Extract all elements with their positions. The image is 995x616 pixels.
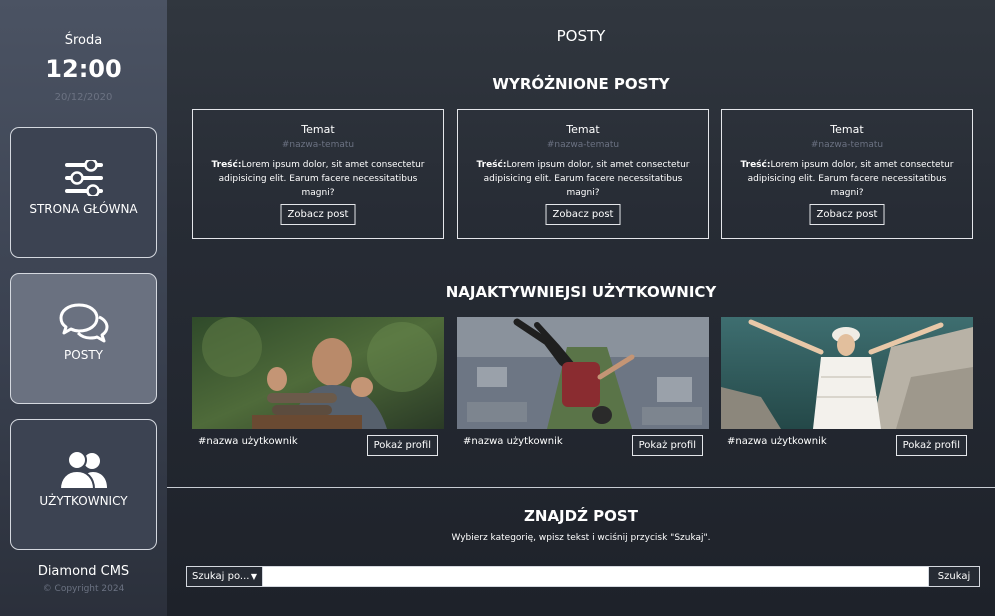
show-profile-button[interactable]: Pokaż profil [366, 435, 438, 456]
user-photo [192, 317, 444, 429]
search-category-select[interactable]: Szukaj po... ▼ [187, 567, 263, 586]
search-input[interactable] [264, 567, 928, 586]
post-card: Temat #nazwa-tematu Treść:Lorem ipsum do… [192, 109, 444, 239]
search-button[interactable]: Szukaj [928, 567, 979, 586]
post-topic: Temat [301, 123, 335, 136]
view-post-button[interactable]: Zobacz post [809, 204, 885, 225]
current-time: 12:00 [45, 55, 122, 83]
brand-name: Diamond CMS [37, 564, 130, 579]
post-content-label: Treść: [476, 160, 507, 170]
nav-home[interactable]: STRONA GŁÓWNA [10, 127, 157, 258]
find-post-title: ZNAJDŹ POST [524, 507, 638, 525]
post-content-text: Lorem ipsum dolor, sit amet consectetur … [483, 160, 690, 198]
post-content: Treść:Lorem ipsum dolor, sit amet consec… [736, 158, 958, 200]
chat-bubbles-icon [11, 302, 156, 344]
search-hint: Wybierz kategorię, wpisz tekst i wciśnij… [451, 533, 711, 543]
post-content-label: Treść: [211, 160, 242, 170]
post-content-text: Lorem ipsum dolor, sit amet consectetur … [218, 160, 425, 198]
active-users-title: NAJAKTYWNIEJSI UŻYTKOWNICY [445, 283, 717, 301]
users-icon [11, 450, 156, 490]
nav-posts-label: POSTY [64, 348, 103, 362]
current-date: 20/12/2020 [54, 92, 113, 103]
post-content-text: Lorem ipsum dolor, sit amet consectetur … [747, 160, 954, 198]
nav-home-label: STRONA GŁÓWNA [29, 202, 138, 216]
nav-users[interactable]: UŻYTKOWNICY [10, 419, 157, 550]
copyright: © Copyright 2024 [42, 584, 125, 594]
user-name: #nazwa użytkownik [198, 436, 298, 447]
show-profile-button[interactable]: Pokaż profil [631, 435, 703, 456]
post-content: Treść:Lorem ipsum dolor, sit amet consec… [472, 158, 694, 200]
current-day: Środa [64, 33, 103, 48]
sliders-icon [11, 160, 156, 196]
view-post-button[interactable]: Zobacz post [280, 204, 356, 225]
post-topic: Temat [830, 123, 864, 136]
post-content-label: Treść: [740, 160, 771, 170]
section-divider [167, 487, 995, 488]
post-content: Treść:Lorem ipsum dolor, sit amet consec… [207, 158, 429, 200]
post-tag: #nazwa-tematu [281, 140, 355, 150]
caret-down-icon: ▼ [250, 572, 257, 581]
post-card: Temat #nazwa-tematu Treść:Lorem ipsum do… [457, 109, 709, 239]
post-topic: Temat [566, 123, 600, 136]
user-card: #nazwa użytkownik Pokaż profil [457, 317, 709, 457]
nav-users-label: UŻYTKOWNICY [39, 494, 128, 508]
featured-posts-title: WYRÓŻNIONE POSTY [492, 75, 670, 93]
user-photo [457, 317, 709, 429]
user-name: #nazwa użytkownik [727, 436, 827, 447]
main-content: POSTY WYRÓŻNIONE POSTY Temat #nazwa-tema… [167, 0, 995, 616]
user-card: #nazwa użytkownik Pokaż profil [192, 317, 444, 457]
page-title: POSTY [556, 27, 606, 45]
show-profile-button[interactable]: Pokaż profil [895, 435, 967, 456]
user-photo [721, 317, 973, 429]
sidebar: Środa 12:00 20/12/2020 STRONA GŁÓWNA POS… [0, 0, 167, 616]
post-tag: #nazwa-tematu [546, 140, 620, 150]
post-tag: #nazwa-tematu [810, 140, 884, 150]
view-post-button[interactable]: Zobacz post [545, 204, 621, 225]
nav-posts[interactable]: POSTY [10, 273, 157, 404]
user-name: #nazwa użytkownik [463, 436, 563, 447]
post-card: Temat #nazwa-tematu Treść:Lorem ipsum do… [721, 109, 973, 239]
search-bar: Szukaj po... ▼ Szukaj [186, 566, 980, 587]
search-category-label: Szukaj po... [192, 571, 250, 582]
user-card: #nazwa użytkownik Pokaż profil [721, 317, 973, 457]
